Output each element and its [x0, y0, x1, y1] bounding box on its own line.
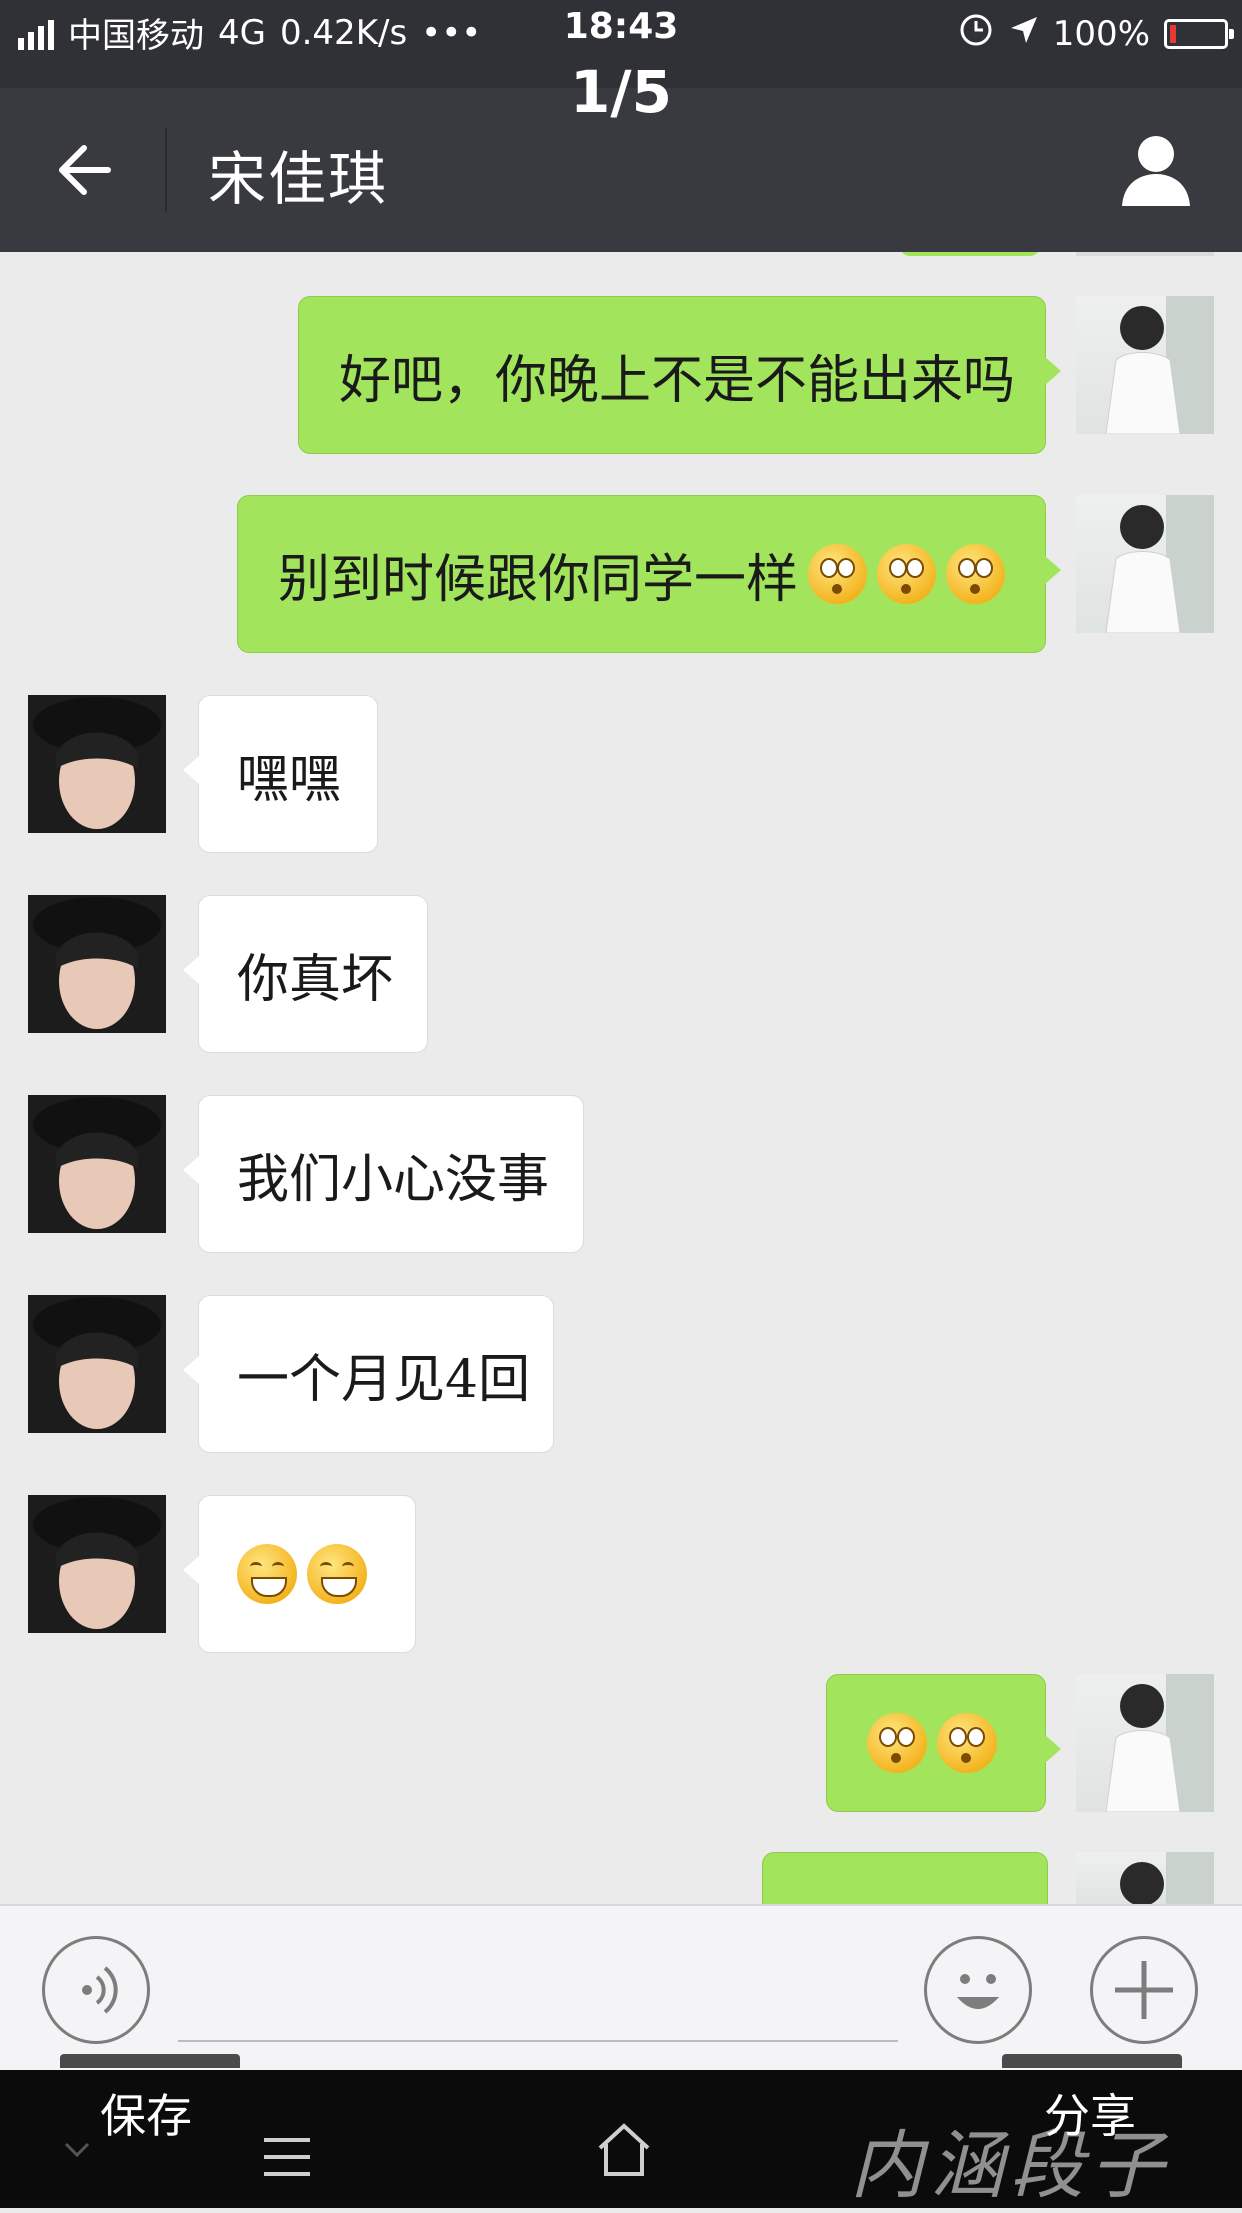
status-right: 100% — [957, 10, 1234, 57]
grin-emoji-icon — [237, 1544, 297, 1604]
previous-avatar-edge — [1076, 252, 1214, 256]
home-icon[interactable] — [594, 2122, 654, 2178]
alarm-icon — [957, 10, 995, 57]
surprised-emoji-icon — [946, 544, 1006, 604]
image-viewer-bar: 保存 分享 内涵段子 — [0, 2054, 1242, 2209]
voice-icon — [82, 1966, 118, 2014]
surprised-emoji-icon — [877, 544, 937, 604]
profile-button[interactable] — [1114, 128, 1198, 212]
message-bubble-received[interactable] — [183, 1495, 416, 1653]
chat-area[interactable]: 好吧，你晚上不是不能出来吗 别到时候跟你同学一样 嘿嘿 你真坏 我们小心没事 一… — [0, 252, 1242, 1904]
message-text: 一个月见4回 — [237, 1349, 531, 1410]
message-bubble-received[interactable]: 你真坏 — [183, 895, 428, 1053]
previous-bubble-edge — [900, 252, 1040, 256]
contact-avatar[interactable] — [28, 1495, 166, 1633]
my-avatar — [1076, 1852, 1214, 1904]
my-avatar[interactable] — [1076, 296, 1214, 434]
chat-title: 宋佳琪 — [208, 145, 389, 213]
message-text: 嘿嘿 — [237, 749, 342, 810]
voice-button[interactable] — [42, 1936, 150, 2044]
header-divider — [165, 128, 167, 212]
message-text: 我们小心没事 — [237, 1149, 550, 1210]
profile-icon — [1122, 136, 1190, 206]
save-button[interactable]: 保存 — [100, 2080, 192, 2146]
share-tab-edge — [1002, 2054, 1182, 2068]
message-text: 好吧，你晚上不是不能出来吗 — [339, 350, 1016, 411]
message-text: 你真坏 — [237, 949, 394, 1010]
emoji-icon — [957, 1974, 999, 2009]
grin-emoji-icon — [307, 1544, 367, 1604]
location-icon — [1009, 14, 1039, 54]
chat-input-bar — [0, 1904, 1242, 2072]
message-input[interactable] — [178, 2040, 898, 2042]
message-bubble-sent[interactable]: 别到时候跟你同学一样 — [237, 495, 1061, 653]
menu-icon[interactable] — [262, 2136, 312, 2178]
surprised-emoji-icon — [808, 544, 868, 604]
contact-avatar[interactable] — [28, 1295, 166, 1433]
surprised-emoji-icon — [937, 1713, 997, 1773]
battery-icon — [1164, 18, 1234, 49]
message-bubble-received[interactable]: 嘿嘿 — [183, 695, 378, 853]
message-bubble-sent[interactable] — [826, 1674, 1061, 1812]
message-bubble-received[interactable]: 我们小心没事 — [183, 1095, 584, 1253]
save-tab-edge — [60, 2054, 240, 2068]
surprised-emoji-icon — [867, 1713, 927, 1773]
contact-avatar[interactable] — [28, 895, 166, 1033]
back-arrow-icon — [59, 145, 111, 195]
partial-message-bubble — [762, 1852, 1048, 1904]
my-avatar[interactable] — [1076, 1674, 1214, 1812]
contact-avatar[interactable] — [28, 1095, 166, 1233]
contact-avatar[interactable] — [28, 695, 166, 833]
plus-button[interactable] — [1090, 1936, 1198, 2044]
watermark-logo: 内涵段子 — [850, 2123, 1170, 2209]
message-text: 别到时候跟你同学一样 — [278, 549, 799, 610]
image-page-counter: 1/5 — [570, 58, 672, 126]
plus-icon — [1115, 1961, 1173, 2019]
battery-percent: 100% — [1052, 13, 1150, 54]
message-bubble-received[interactable]: 一个月见4回 — [183, 1295, 554, 1453]
message-bubble-sent[interactable]: 好吧，你晚上不是不能出来吗 — [298, 296, 1061, 454]
my-avatar[interactable] — [1076, 495, 1214, 633]
emoji-button[interactable] — [924, 1936, 1032, 2044]
chevron-down-icon — [64, 2142, 90, 2158]
back-button[interactable] — [48, 130, 128, 210]
